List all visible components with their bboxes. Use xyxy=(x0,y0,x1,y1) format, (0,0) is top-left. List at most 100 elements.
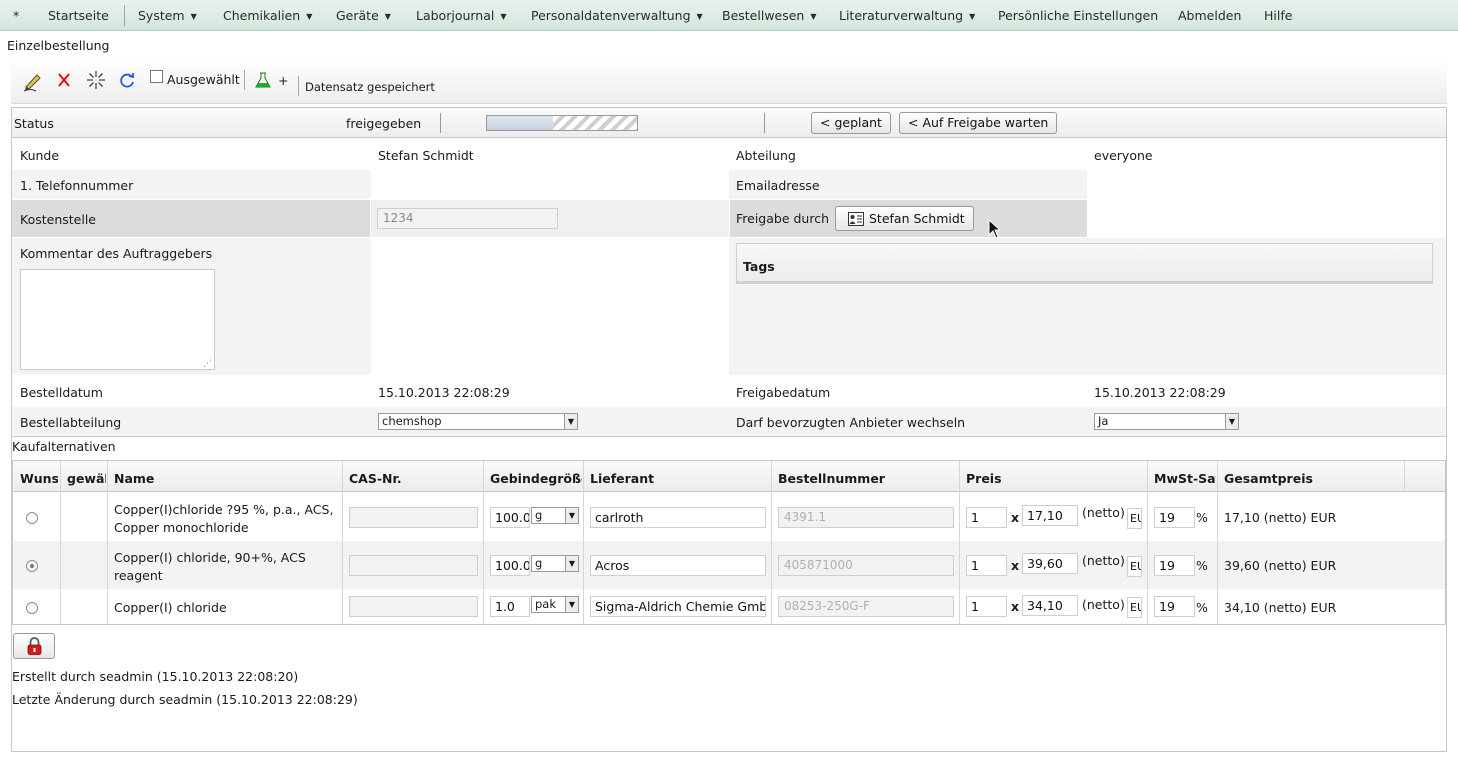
menu-item-abmelden[interactable]: Abmelden xyxy=(1178,0,1241,31)
saved-message: Datensatz gespeichert xyxy=(305,80,435,94)
lock-button[interactable] xyxy=(13,633,55,659)
switch-vendor-select[interactable]: Ja ▼ xyxy=(1094,413,1239,430)
col-separator xyxy=(959,461,960,624)
price-input[interactable]: 39,60 xyxy=(1022,553,1078,574)
col-header-total[interactable]: Gesamtpreis xyxy=(1224,471,1313,486)
percent-sign: % xyxy=(1196,558,1208,573)
price-input[interactable]: 17,10 xyxy=(1022,505,1078,526)
cost-center-label: Kostenstelle xyxy=(20,212,96,227)
menu-item-geraete[interactable]: Geräte ▼ xyxy=(336,0,391,31)
col-header-cas[interactable]: CAS-Nr. xyxy=(349,471,402,486)
col-header-supplier[interactable]: Lieferant xyxy=(590,471,654,486)
order-number-field[interactable]: 08253-250G-F xyxy=(778,596,954,617)
unit-select[interactable]: g ▼ xyxy=(531,555,579,572)
col-separator xyxy=(342,461,343,624)
menu-item-startseite[interactable]: Startseite xyxy=(48,0,109,31)
form-divider xyxy=(12,436,1446,437)
selected-checkbox[interactable] xyxy=(150,70,163,83)
menu-item-chemikalien[interactable]: Chemikalien ▼ xyxy=(223,0,312,31)
supplier-input[interactable]: Acros xyxy=(590,555,766,576)
wait-release-button[interactable]: < Auf Freigabe warten xyxy=(899,112,1058,134)
times-sign: x xyxy=(1011,599,1020,614)
chevron-down-icon: ▼ xyxy=(306,12,313,21)
sparkle-icon[interactable] xyxy=(86,70,106,90)
add-button[interactable]: + xyxy=(278,73,288,88)
col-header-order-number[interactable]: Bestellnummer xyxy=(778,471,885,486)
form-cell-blank xyxy=(371,238,729,375)
refresh-icon[interactable] xyxy=(118,71,136,89)
order-dept-label: Bestellabteilung xyxy=(20,415,122,430)
release-by-label: Freigabe durch xyxy=(736,211,830,226)
supplier-input[interactable]: Sigma-Aldrich Chemie GmbH xyxy=(590,596,766,617)
percent-sign: % xyxy=(1196,600,1208,615)
dropdown-arrow-icon: ▼ xyxy=(1225,414,1238,429)
mouse-cursor-icon xyxy=(988,219,1002,239)
netto-label: (netto) xyxy=(1082,553,1125,568)
menu-item-laborjournal[interactable]: Laborjournal ▼ xyxy=(416,0,507,31)
order-date-value: 15.10.2013 22:08:29 xyxy=(378,385,510,400)
quantity-input[interactable]: 1 xyxy=(966,507,1007,528)
menu-label: Bestellwesen xyxy=(722,8,805,23)
comment-textarea[interactable]: ⋰ xyxy=(20,269,215,370)
unit-select[interactable]: g ▼ xyxy=(531,507,579,524)
preferred-radio[interactable] xyxy=(26,602,38,614)
menu-item-literaturverwaltung[interactable]: Literaturverwaltung ▼ xyxy=(839,0,975,31)
form-cell-blank xyxy=(371,170,729,199)
col-header-gewaehlt[interactable]: gewäl xyxy=(67,471,106,486)
order-number-field[interactable]: 4391.1 xyxy=(778,507,954,528)
order-dept-select[interactable]: chemshop ▼ xyxy=(378,413,578,430)
delete-icon[interactable] xyxy=(57,72,71,88)
cas-field[interactable] xyxy=(349,596,478,617)
vat-input[interactable]: 19 xyxy=(1154,507,1195,528)
planned-button[interactable]: < geplant xyxy=(811,112,891,134)
unit-value: g xyxy=(535,508,543,522)
menu-item-system[interactable]: System ▼ xyxy=(138,0,197,31)
col-header-package-size[interactable]: Gebindegröße xyxy=(490,471,582,486)
supplier-input[interactable]: carlroth xyxy=(590,507,766,528)
col-header-name[interactable]: Name xyxy=(114,471,154,486)
col-header-vat[interactable]: MwSt-Sat xyxy=(1154,471,1216,486)
amount-input[interactable]: 100.0 xyxy=(490,507,530,528)
menu-item-persoenliche-einstellungen[interactable]: Persönliche Einstellungen xyxy=(998,0,1158,31)
alternatives-title: Kaufalternativen xyxy=(12,439,116,454)
comment-label: Kommentar des Auftraggebers xyxy=(20,246,213,261)
currency-input[interactable]: EU xyxy=(1127,597,1142,618)
amount-input[interactable]: 100.0 xyxy=(490,555,530,576)
col-header-price[interactable]: Preis xyxy=(966,471,1002,486)
preferred-radio[interactable] xyxy=(26,560,38,572)
chevron-down-icon: ▼ xyxy=(190,12,197,21)
release-by-button[interactable]: Stefan Schmidt xyxy=(835,206,974,231)
resize-grip-icon[interactable]: ⋰ xyxy=(203,360,212,369)
status-progress-bar xyxy=(486,115,638,131)
tags-panel[interactable]: Tags xyxy=(736,243,1433,284)
menu-star[interactable]: * xyxy=(13,0,19,31)
vat-input[interactable]: 19 xyxy=(1154,596,1195,617)
order-date-label: Bestelldatum xyxy=(20,385,103,400)
status-divider xyxy=(440,113,441,133)
quantity-input[interactable]: 1 xyxy=(966,555,1007,576)
col-header-wunsch[interactable]: Wuns xyxy=(20,471,58,486)
cas-field[interactable] xyxy=(349,555,478,576)
menu-label: Laborjournal xyxy=(416,8,495,23)
menu-item-personaldatenverwaltung[interactable]: Personaldatenverwaltung ▼ xyxy=(531,0,703,31)
flask-icon[interactable] xyxy=(255,72,271,89)
preferred-radio[interactable] xyxy=(26,512,38,524)
price-input[interactable]: 34,10 xyxy=(1022,595,1078,616)
vat-input[interactable]: 19 xyxy=(1154,555,1195,576)
cas-field[interactable] xyxy=(349,507,478,528)
cost-center-field[interactable]: 1234 xyxy=(377,208,558,229)
menu-item-hilfe[interactable]: Hilfe xyxy=(1264,0,1292,31)
amount-input[interactable]: 1.0 xyxy=(490,596,530,617)
unit-select[interactable]: pak ▼ xyxy=(531,596,579,613)
quantity-input[interactable]: 1 xyxy=(966,596,1007,617)
currency-input[interactable]: EU xyxy=(1127,508,1142,529)
edit-icon[interactable] xyxy=(22,70,44,92)
tags-label: Tags xyxy=(743,259,775,274)
menu-item-bestellwesen[interactable]: Bestellwesen ▼ xyxy=(722,0,817,31)
order-number-field[interactable]: 405871000 xyxy=(778,555,954,576)
switch-vendor-value: Ja xyxy=(1098,414,1109,428)
page-title: Einzelbestellung xyxy=(7,38,110,53)
currency-input[interactable]: EU xyxy=(1127,556,1142,577)
percent-sign: % xyxy=(1196,510,1208,525)
status-value: freigegeben xyxy=(346,116,422,131)
